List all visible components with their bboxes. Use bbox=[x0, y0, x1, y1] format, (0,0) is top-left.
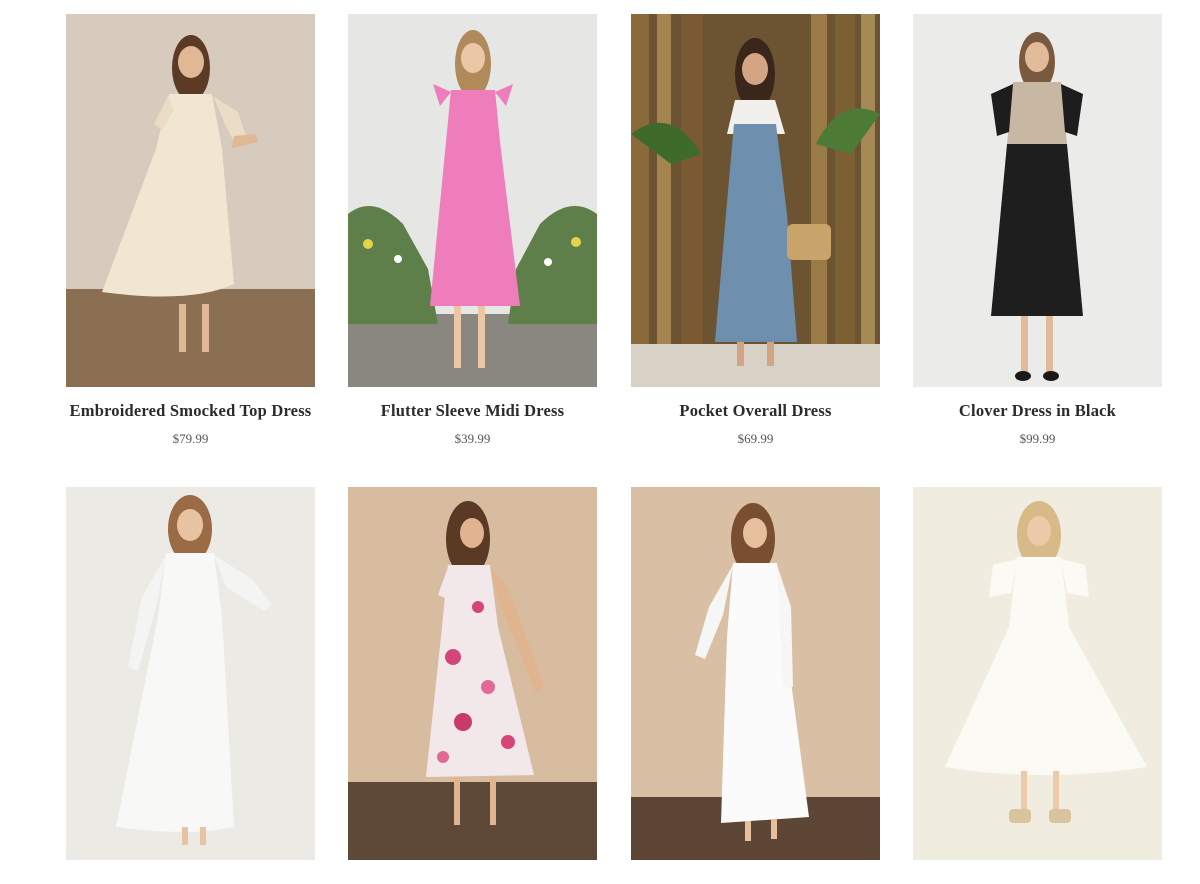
product-name[interactable]: Embroidered Smocked Top Dress bbox=[66, 387, 315, 421]
product-card[interactable] bbox=[66, 487, 315, 884]
product-card[interactable] bbox=[348, 487, 597, 884]
product-card[interactable]: Pocket Overall Dress $69.99 bbox=[631, 14, 880, 447]
product-name[interactable]: Pocket Overall Dress bbox=[631, 387, 880, 421]
product-image[interactable] bbox=[631, 487, 880, 860]
product-image[interactable] bbox=[348, 487, 597, 860]
product-price: $99.99 bbox=[1019, 431, 1056, 446]
product-image[interactable] bbox=[66, 14, 315, 387]
product-card[interactable]: Clover Dress in Black $99.99 bbox=[913, 14, 1162, 447]
product-price: $39.99 bbox=[454, 431, 491, 446]
product-image[interactable] bbox=[913, 14, 1162, 387]
product-image[interactable] bbox=[348, 14, 597, 387]
product-price bbox=[66, 874, 315, 884]
product-price bbox=[631, 874, 880, 884]
product-price: $69.99 bbox=[737, 431, 774, 446]
product-name[interactable] bbox=[66, 860, 315, 874]
product-name[interactable] bbox=[631, 860, 880, 874]
product-name[interactable] bbox=[348, 860, 597, 874]
product-card[interactable]: Flutter Sleeve Midi Dress $39.99 bbox=[348, 14, 597, 447]
product-image[interactable] bbox=[66, 487, 315, 860]
product-image[interactable] bbox=[631, 14, 880, 387]
product-card[interactable]: Embroidered Smocked Top Dress $79.99 bbox=[66, 14, 315, 447]
product-card[interactable] bbox=[631, 487, 880, 884]
product-name[interactable] bbox=[913, 860, 1162, 874]
product-name[interactable]: Clover Dress in Black bbox=[913, 387, 1162, 421]
product-card[interactable] bbox=[913, 487, 1162, 884]
product-image[interactable] bbox=[913, 487, 1162, 860]
product-price bbox=[348, 874, 597, 884]
product-grid: Embroidered Smocked Top Dress $79.99 Flu… bbox=[0, 0, 1200, 868]
product-price: $79.99 bbox=[172, 431, 209, 446]
product-price bbox=[913, 874, 1162, 884]
product-name[interactable]: Flutter Sleeve Midi Dress bbox=[348, 387, 597, 421]
